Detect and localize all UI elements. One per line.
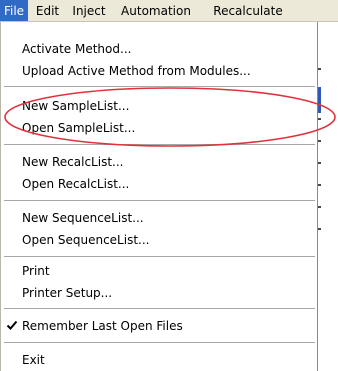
- menu-separator: [4, 144, 315, 145]
- checkmark-icon: [5, 315, 19, 337]
- menu-item-label: New SequenceList...: [22, 211, 144, 225]
- menu-item-exit[interactable]: Exit: [1, 349, 319, 371]
- menu-edit[interactable]: Edit: [33, 0, 62, 21]
- menu-item-open-sequencelist[interactable]: Open SequenceList...: [1, 229, 319, 251]
- menu-item-print[interactable]: Print: [1, 260, 319, 282]
- menu-inject[interactable]: Inject: [68, 0, 110, 21]
- menu-item-label: Upload Active Method from Modules...: [22, 64, 251, 78]
- menu-item-new-samplelist[interactable]: New SampleList...: [1, 95, 319, 117]
- menu-item-new-recalclist[interactable]: New RecalcList...: [1, 151, 319, 173]
- menu-item-activate-method[interactable]: Activate Method...: [1, 38, 319, 60]
- menu-item-label: Print: [22, 264, 50, 278]
- menu-item-label: Remember Last Open Files: [22, 319, 183, 333]
- menu-item-label: Open RecalcList...: [22, 177, 130, 191]
- menu-file[interactable]: File: [0, 0, 28, 21]
- menu-bar: File Edit Inject Automation Recalculate: [0, 0, 338, 22]
- background-window-edge: [318, 22, 338, 371]
- menu-item-label: Open SampleList...: [22, 121, 136, 135]
- menu-separator: [4, 86, 315, 87]
- menu-item-open-samplelist[interactable]: Open SampleList...: [1, 117, 319, 139]
- menu-item-label: Printer Setup...: [22, 286, 113, 300]
- menu-item-label: Activate Method...: [22, 42, 132, 56]
- menu-recalculate[interactable]: Recalculate: [202, 0, 294, 21]
- menu-item-label: New RecalcList...: [22, 155, 124, 169]
- menu-item-label: Open SequenceList...: [22, 233, 150, 247]
- menu-separator: [4, 342, 315, 343]
- menu-separator: [4, 200, 315, 201]
- menu-separator: [4, 256, 315, 257]
- menu-item-label: New SampleList...: [22, 99, 130, 113]
- edge-tick: [318, 140, 321, 142]
- menu-separator: [4, 308, 315, 309]
- menu-item-remember-last-open-files[interactable]: Remember Last Open Files: [1, 315, 319, 337]
- file-menu-dropdown: Activate Method... Upload Active Method …: [0, 22, 318, 371]
- menu-item-printer-setup[interactable]: Printer Setup...: [1, 282, 319, 304]
- menu-item-upload-active-method[interactable]: Upload Active Method from Modules...: [1, 60, 319, 82]
- menu-automation[interactable]: Automation: [117, 0, 195, 21]
- menu-item-open-recalclist[interactable]: Open RecalcList...: [1, 173, 319, 195]
- menu-item-new-sequencelist[interactable]: New SequenceList...: [1, 207, 319, 229]
- menu-item-label: Exit: [22, 353, 45, 367]
